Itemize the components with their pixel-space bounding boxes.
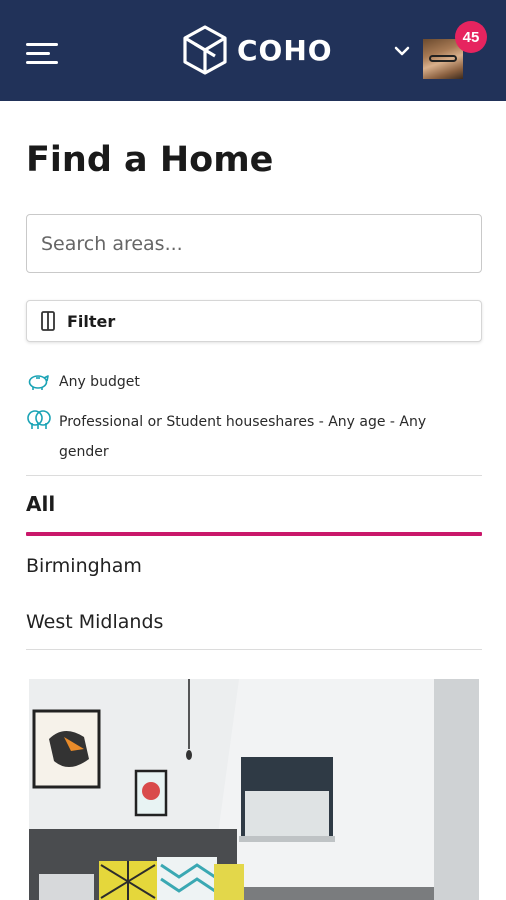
area-link-birmingham[interactable]: Birmingham: [26, 555, 142, 577]
coho-logo-icon: [183, 25, 227, 75]
active-tab-indicator: [26, 532, 482, 536]
filter-label: Filter: [67, 311, 116, 331]
menu-icon[interactable]: [26, 40, 58, 68]
household-criterion[interactable]: Professional or Student houseshares - An…: [26, 407, 466, 467]
budget-criterion[interactable]: Any budget: [26, 367, 466, 397]
page-title: Find a Home: [26, 140, 274, 180]
household-text: Professional or Student houseshares - An…: [59, 414, 427, 460]
people-icon: [27, 410, 51, 429]
app-header: COHO 45: [0, 0, 506, 101]
notification-badge[interactable]: 45: [455, 21, 487, 53]
piggy-bank-icon: [28, 375, 49, 390]
budget-text: Any budget: [59, 374, 140, 390]
search-input[interactable]: [26, 214, 482, 273]
filter-icon: [41, 311, 55, 331]
brand-logo[interactable]: COHO: [179, 24, 333, 76]
divider: [26, 475, 482, 476]
area-link-west-midlands[interactable]: West Midlands: [26, 611, 163, 633]
brand-name: COHO: [237, 33, 333, 67]
listing-photo[interactable]: [29, 679, 479, 900]
tab-all[interactable]: All: [26, 492, 55, 516]
divider: [26, 649, 482, 650]
filter-button[interactable]: Filter: [26, 300, 482, 342]
listing-photo-image: [29, 679, 479, 900]
avatar-glasses: [429, 55, 457, 62]
chevron-down-icon[interactable]: [394, 44, 410, 58]
